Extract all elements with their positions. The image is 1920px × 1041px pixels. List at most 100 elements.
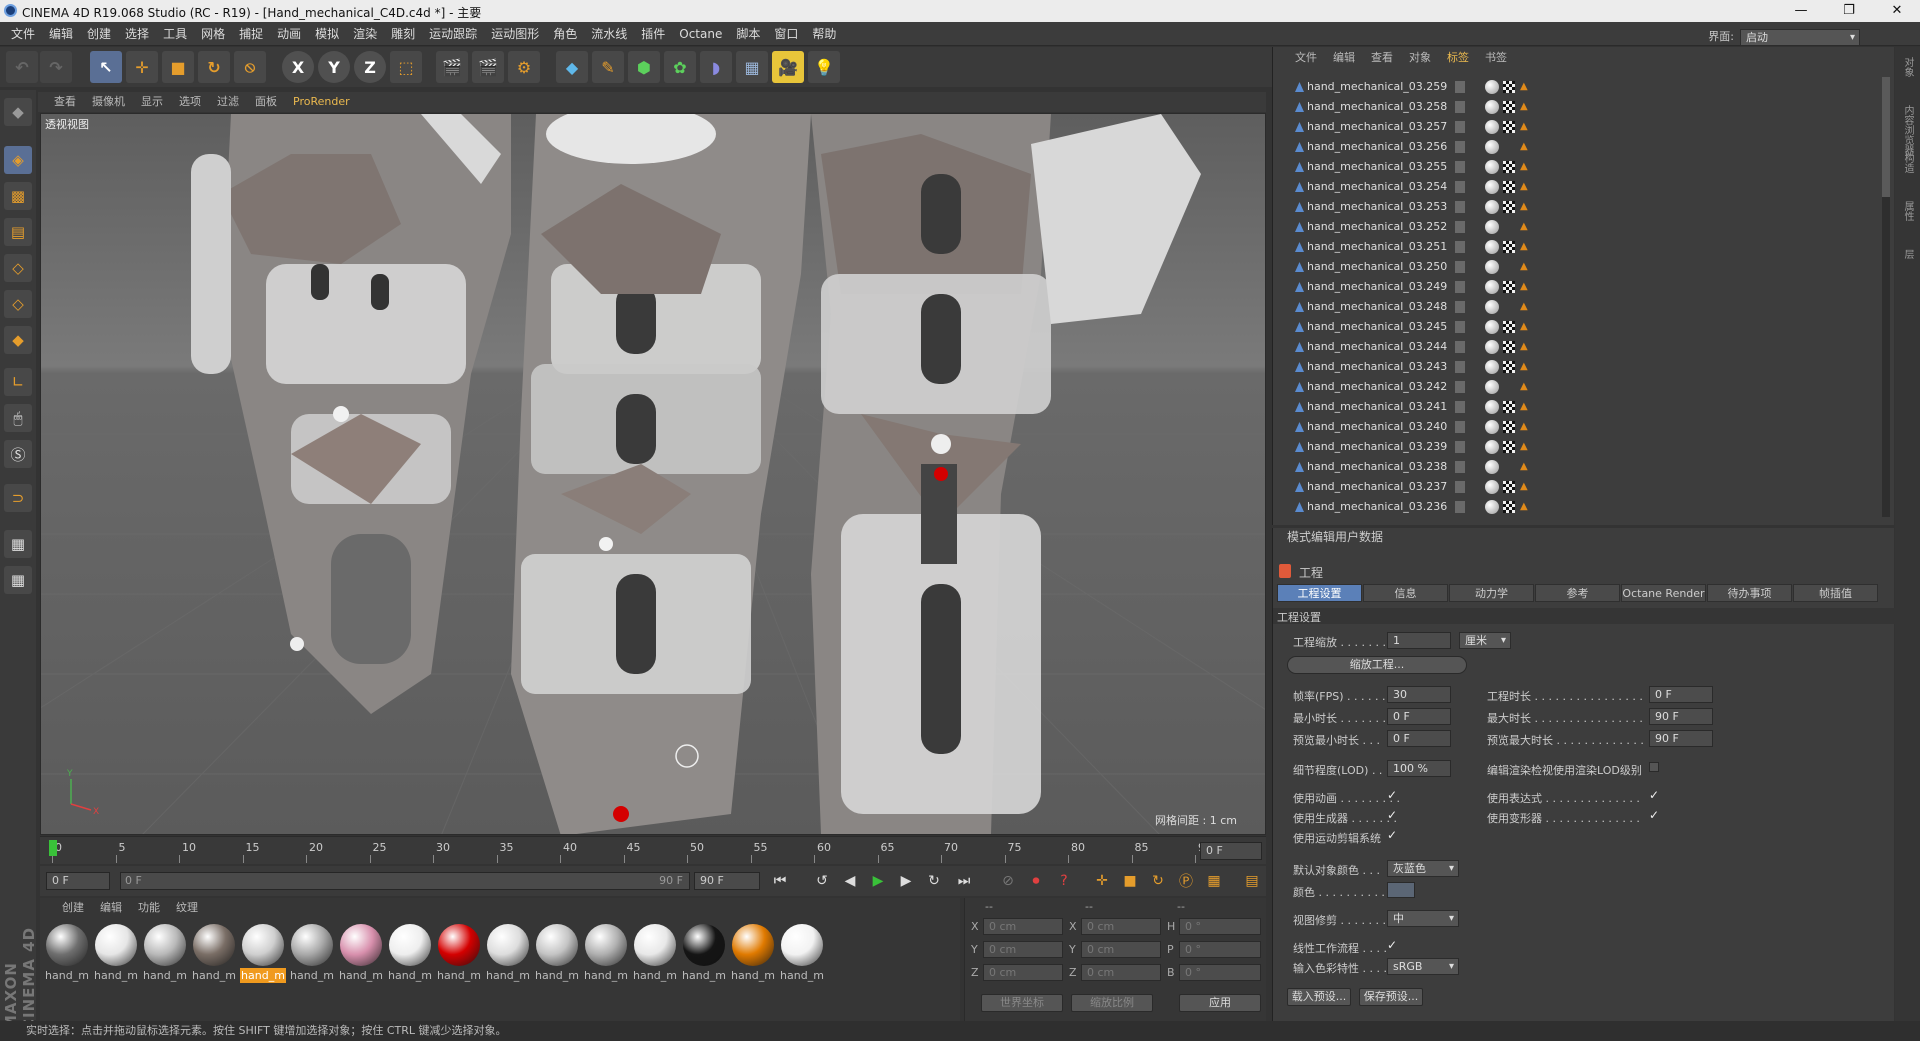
object-list-scrollbar[interactable] (1882, 77, 1890, 517)
view-clipping-dropdown[interactable]: 中 (1387, 910, 1459, 927)
material-tag-icon[interactable] (1485, 120, 1499, 134)
world-coords-dropdown[interactable]: 世界坐标 (981, 994, 1063, 1012)
object-row[interactable]: hand_mechanical_03.237 ▲ (1273, 477, 1879, 497)
visibility-toggle-icon[interactable] (1455, 301, 1465, 313)
object-row[interactable]: hand_mechanical_03.256 ▲ (1273, 137, 1879, 157)
attribute-menu-item[interactable]: 用户数据 (1335, 530, 1383, 544)
object-row[interactable]: hand_mechanical_03.242 ▲ (1273, 377, 1879, 397)
texture-tag-icon[interactable] (1503, 321, 1515, 333)
render-picture-viewer-icon[interactable]: 🎬 (472, 51, 504, 83)
fps-field[interactable]: 30 (1387, 686, 1451, 703)
menu-item[interactable]: 脚本 (729, 22, 767, 46)
menu-item[interactable]: 窗口 (767, 22, 805, 46)
preview-min-field[interactable]: 0 F (1387, 730, 1451, 747)
texture-tag-icon[interactable] (1503, 201, 1515, 213)
material-item[interactable]: hand_m (583, 924, 629, 983)
material-tag-icon[interactable] (1485, 300, 1499, 314)
object-menu-item[interactable]: 编辑 (1325, 47, 1363, 69)
live-selection-icon[interactable]: ↖ (90, 51, 122, 83)
end-frame-field[interactable]: 90 F (694, 872, 760, 890)
attribute-tab[interactable]: 工程设置 (1277, 584, 1362, 602)
object-row[interactable]: hand_mechanical_03.254 ▲ (1273, 177, 1879, 197)
visibility-toggle-icon[interactable] (1455, 181, 1465, 193)
lod-field[interactable]: 100 % (1387, 760, 1451, 777)
menu-item[interactable]: Octane (672, 22, 729, 46)
menu-item[interactable]: 运动图形 (484, 22, 546, 46)
phong-tag-icon[interactable]: ▲ (1520, 362, 1529, 372)
apply-button[interactable]: 应用 (1179, 994, 1261, 1012)
interface-dropdown[interactable]: 启动 (1740, 28, 1860, 46)
playhead[interactable] (49, 840, 57, 856)
workplane-mode-icon[interactable]: ▤ (4, 218, 32, 246)
previous-frame-icon[interactable]: ◀ (838, 870, 862, 892)
menu-item[interactable]: 流水线 (584, 22, 634, 46)
material-tag-icon[interactable] (1485, 340, 1499, 354)
phong-tag-icon[interactable]: ▲ (1520, 382, 1529, 392)
use-generators-checkbox[interactable]: ✓ (1387, 808, 1397, 822)
side-tab[interactable]: 层 (1900, 249, 1915, 259)
object-row[interactable]: hand_mechanical_03.255 ▲ (1273, 157, 1879, 177)
deformer-icon[interactable]: ◗ (700, 51, 732, 83)
object-menu-item[interactable]: 书签 (1477, 47, 1515, 69)
use-animation-checkbox[interactable]: ✓ (1387, 788, 1397, 802)
menu-item[interactable]: 选择 (118, 22, 156, 46)
scale-unit-dropdown[interactable]: 厘米 (1459, 632, 1511, 649)
phong-tag-icon[interactable]: ▲ (1520, 302, 1529, 312)
texture-tag-icon[interactable] (1503, 281, 1515, 293)
material-tag-icon[interactable] (1485, 220, 1499, 234)
phong-tag-icon[interactable]: ▲ (1520, 402, 1529, 412)
material-item[interactable]: hand_m (730, 924, 776, 983)
key-rotation-icon[interactable]: ↻ (1146, 870, 1170, 892)
object-row[interactable]: hand_mechanical_03.245 ▲ (1273, 317, 1879, 337)
go-to-start-icon[interactable]: ⏮ (768, 870, 792, 892)
menu-item[interactable]: 插件 (634, 22, 672, 46)
visibility-toggle-icon[interactable] (1455, 241, 1465, 253)
object-menu-item[interactable]: 查看 (1363, 47, 1401, 69)
texture-tag-icon[interactable] (1503, 241, 1515, 253)
rotate-icon[interactable]: ↻ (198, 51, 230, 83)
x-axis-lock-icon[interactable]: X (282, 51, 314, 83)
material-item[interactable]: hand_m (485, 924, 531, 983)
material-tag-icon[interactable] (1485, 400, 1499, 414)
material-tag-icon[interactable] (1485, 180, 1499, 194)
next-key-icon[interactable]: ↻ (922, 870, 946, 892)
coord-size-field[interactable]: 0 cm (1081, 941, 1161, 958)
material-tag-icon[interactable] (1485, 360, 1499, 374)
coord-size-field[interactable]: 0 cm (1081, 918, 1161, 935)
phong-tag-icon[interactable]: ▲ (1520, 142, 1529, 152)
side-tab[interactable]: 对象 (1900, 57, 1915, 77)
menu-item[interactable]: 工具 (156, 22, 194, 46)
workplane-lock-icon[interactable]: ▦ (4, 530, 32, 558)
material-item[interactable]: hand_m (338, 924, 384, 983)
camera-icon[interactable]: 🎥 (772, 51, 804, 83)
recent-tool-icon[interactable]: ⦸ (234, 51, 266, 83)
model-mode-icon[interactable]: ◈ (4, 146, 32, 174)
texture-tag-icon[interactable] (1503, 401, 1515, 413)
scale-project-button[interactable]: 缩放工程... (1287, 656, 1467, 674)
edges-mode-icon[interactable]: ◇ (4, 290, 32, 318)
material-tag-icon[interactable] (1485, 240, 1499, 254)
phong-tag-icon[interactable]: ▲ (1520, 462, 1529, 472)
viewport-menu-item[interactable]: 面板 (247, 92, 285, 112)
phong-tag-icon[interactable]: ▲ (1520, 342, 1529, 352)
visibility-toggle-icon[interactable] (1455, 121, 1465, 133)
menu-item[interactable]: 渲染 (346, 22, 384, 46)
timeline-window-icon[interactable]: ▤ (1240, 870, 1264, 892)
menu-item[interactable]: 文件 (4, 22, 42, 46)
material-item[interactable]: hand_m (93, 924, 139, 983)
y-axis-lock-icon[interactable]: Y (318, 51, 350, 83)
menu-item[interactable]: 编辑 (42, 22, 80, 46)
material-tag-icon[interactable] (1485, 280, 1499, 294)
object-row[interactable]: hand_mechanical_03.252 ▲ (1273, 217, 1879, 237)
points-mode-icon[interactable]: ◇ (4, 254, 32, 282)
project-scale-field[interactable]: 1 (1387, 632, 1451, 649)
material-tag-icon[interactable] (1485, 200, 1499, 214)
menu-item[interactable]: 雕刻 (384, 22, 422, 46)
visibility-toggle-icon[interactable] (1455, 81, 1465, 93)
visibility-toggle-icon[interactable] (1455, 101, 1465, 113)
viewport-menu-item[interactable]: 显示 (133, 92, 171, 112)
object-row[interactable]: hand_mechanical_03.236 ▲ (1273, 497, 1879, 517)
attribute-tab[interactable]: 信息 (1363, 584, 1448, 602)
material-tag-icon[interactable] (1485, 320, 1499, 334)
menu-item[interactable]: 动画 (270, 22, 308, 46)
